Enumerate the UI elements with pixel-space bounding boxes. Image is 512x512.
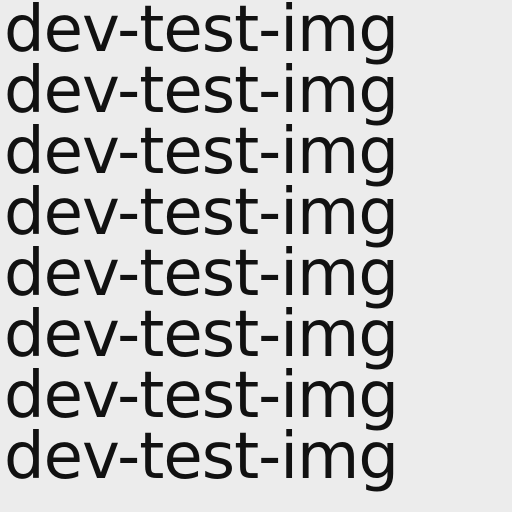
- repeated-text-line: dev-test-img: [4, 115, 399, 189]
- repeated-text-line: dev-test-img: [4, 0, 399, 67]
- test-image-canvas: dev-test-img dev-test-img dev-test-img d…: [0, 0, 512, 512]
- repeated-text-line: dev-test-img: [4, 54, 399, 128]
- repeated-text-line: dev-test-img: [4, 176, 399, 250]
- repeated-text-line: dev-test-img: [4, 420, 399, 494]
- repeated-text-line: dev-test-img: [4, 298, 399, 372]
- repeated-text-line: dev-test-img: [4, 359, 399, 433]
- repeated-text-line: dev-test-img: [4, 237, 399, 311]
